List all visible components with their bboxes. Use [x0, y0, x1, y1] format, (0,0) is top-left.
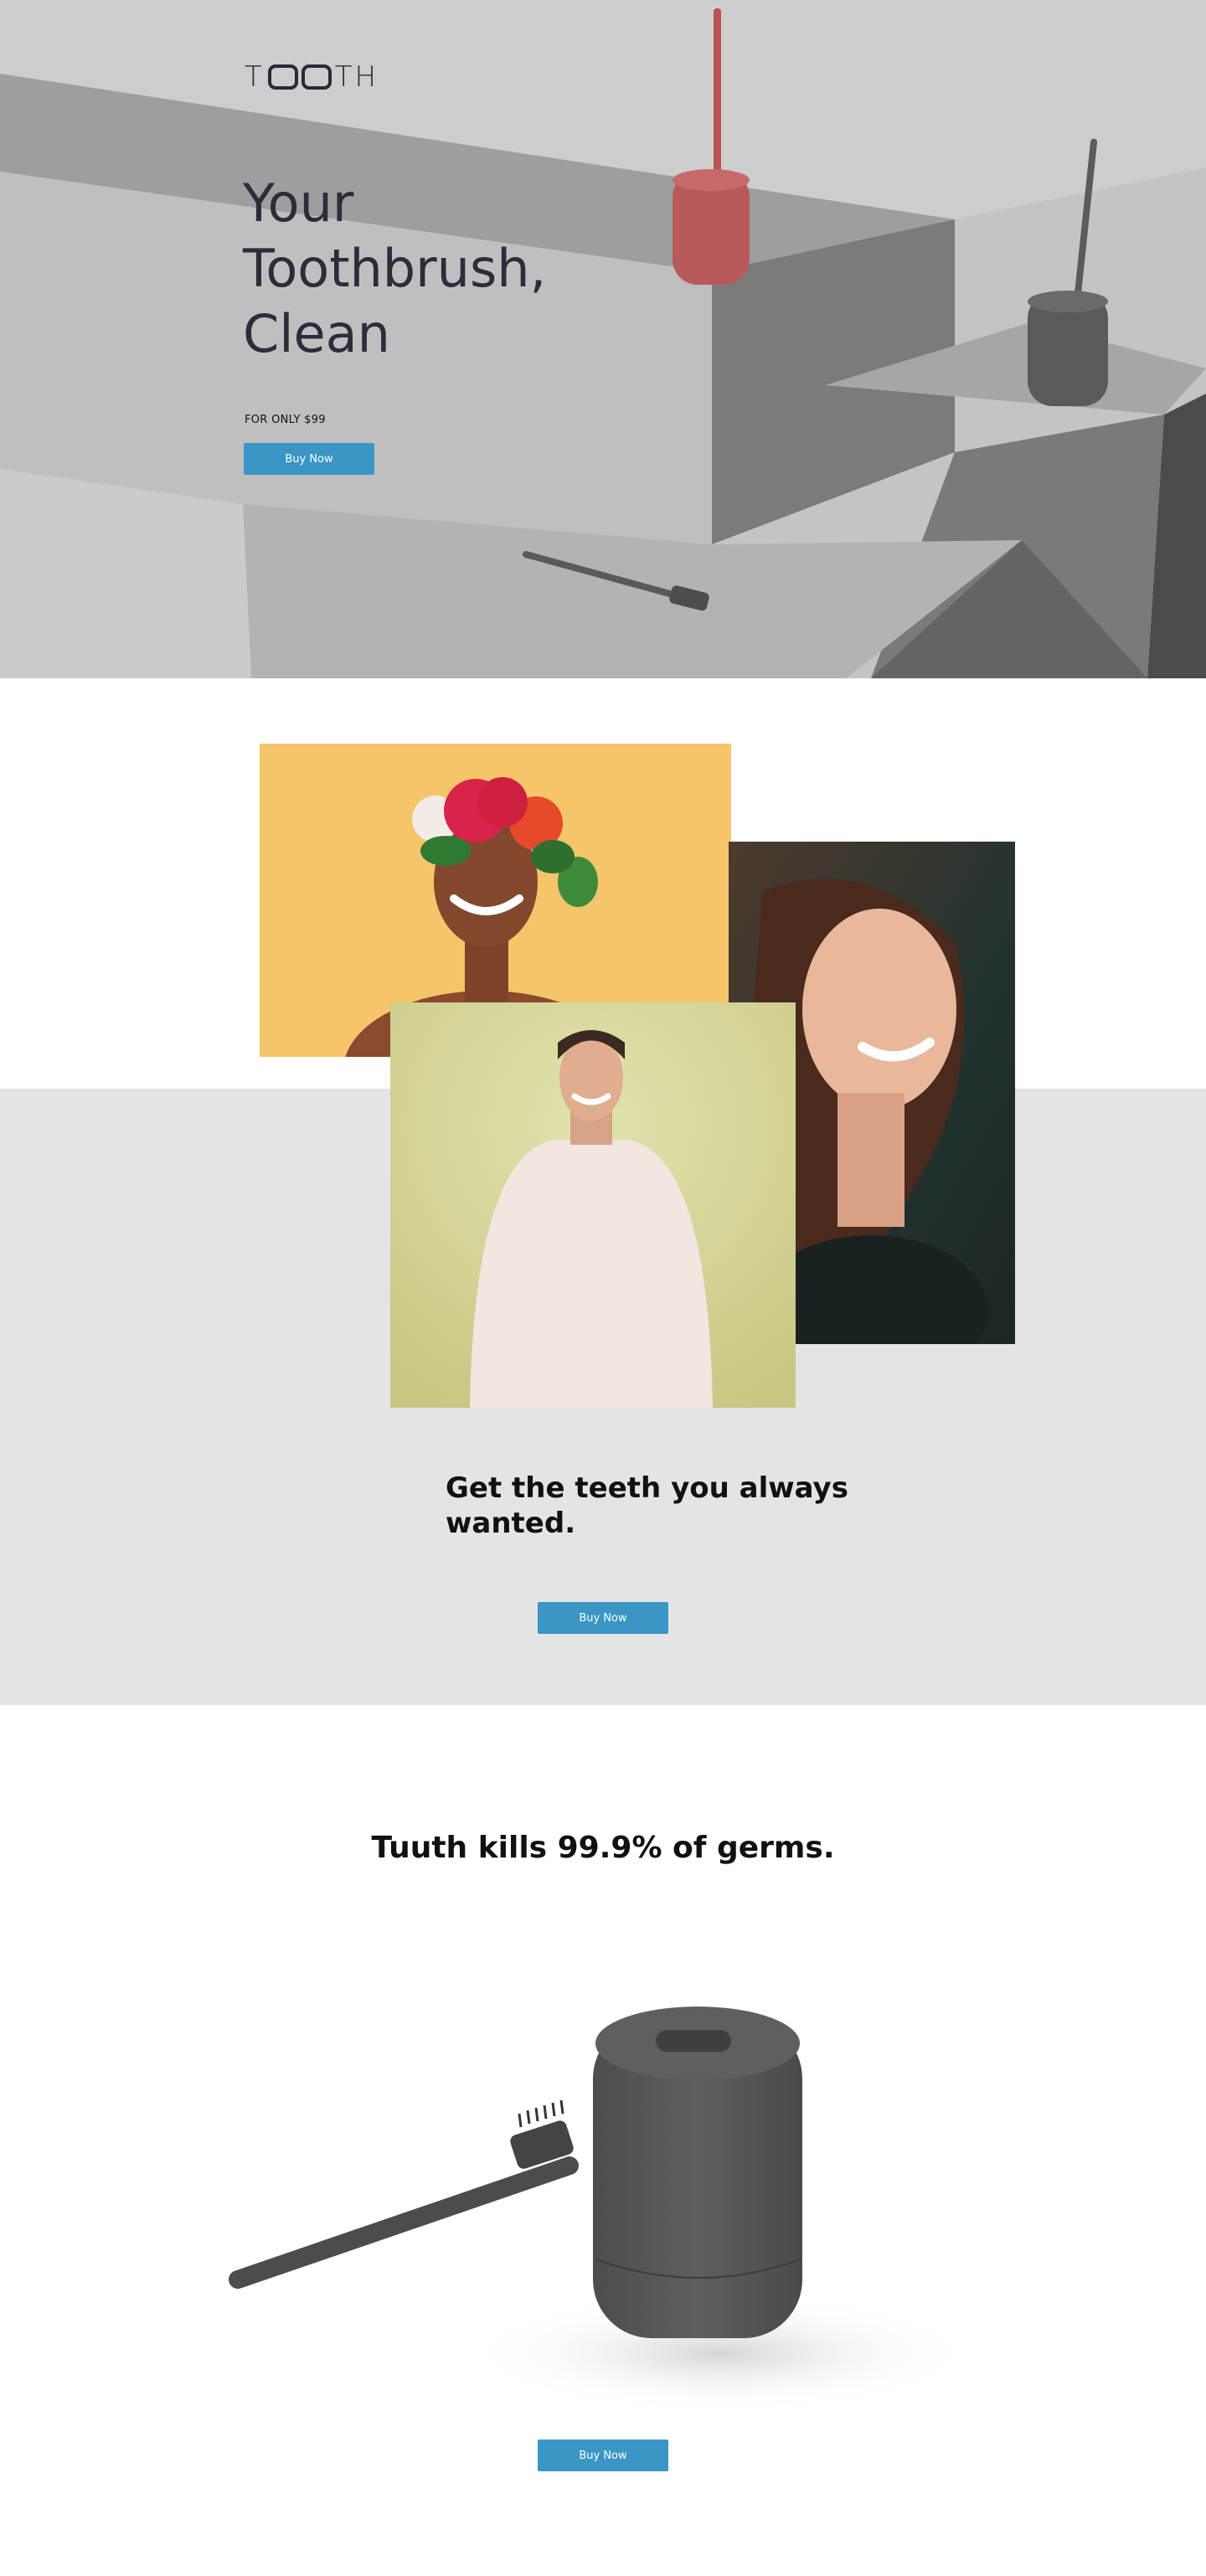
toothbrush-holder-illustration [229, 2007, 972, 2412]
photo-man-sweater [390, 1002, 796, 1408]
logo-double-o-icon [267, 64, 332, 90]
hero-buy-now-button[interactable]: Buy Now [244, 443, 374, 475]
hero-title: Your Toothbrush, Clean [243, 173, 547, 364]
hero-section: T TH Your Toothbrush, Clean FOR ONLY $99… [0, 0, 1206, 678]
brand-logo[interactable]: T TH [245, 60, 379, 94]
logo-letters-right: TH [334, 60, 379, 94]
germs-heading: Tuuth kills 99.9% of germs. [371, 1831, 835, 1865]
hero-price: FOR ONLY $99 [245, 414, 326, 426]
people-buy-now-button[interactable]: Buy Now [538, 1602, 668, 1634]
people-tagline: Get the teeth you always wanted. [446, 1471, 848, 1540]
product-image [218, 1993, 1005, 2432]
logo-letter-left: T [245, 60, 265, 94]
germs-buy-now-button[interactable]: Buy Now [538, 2439, 668, 2471]
